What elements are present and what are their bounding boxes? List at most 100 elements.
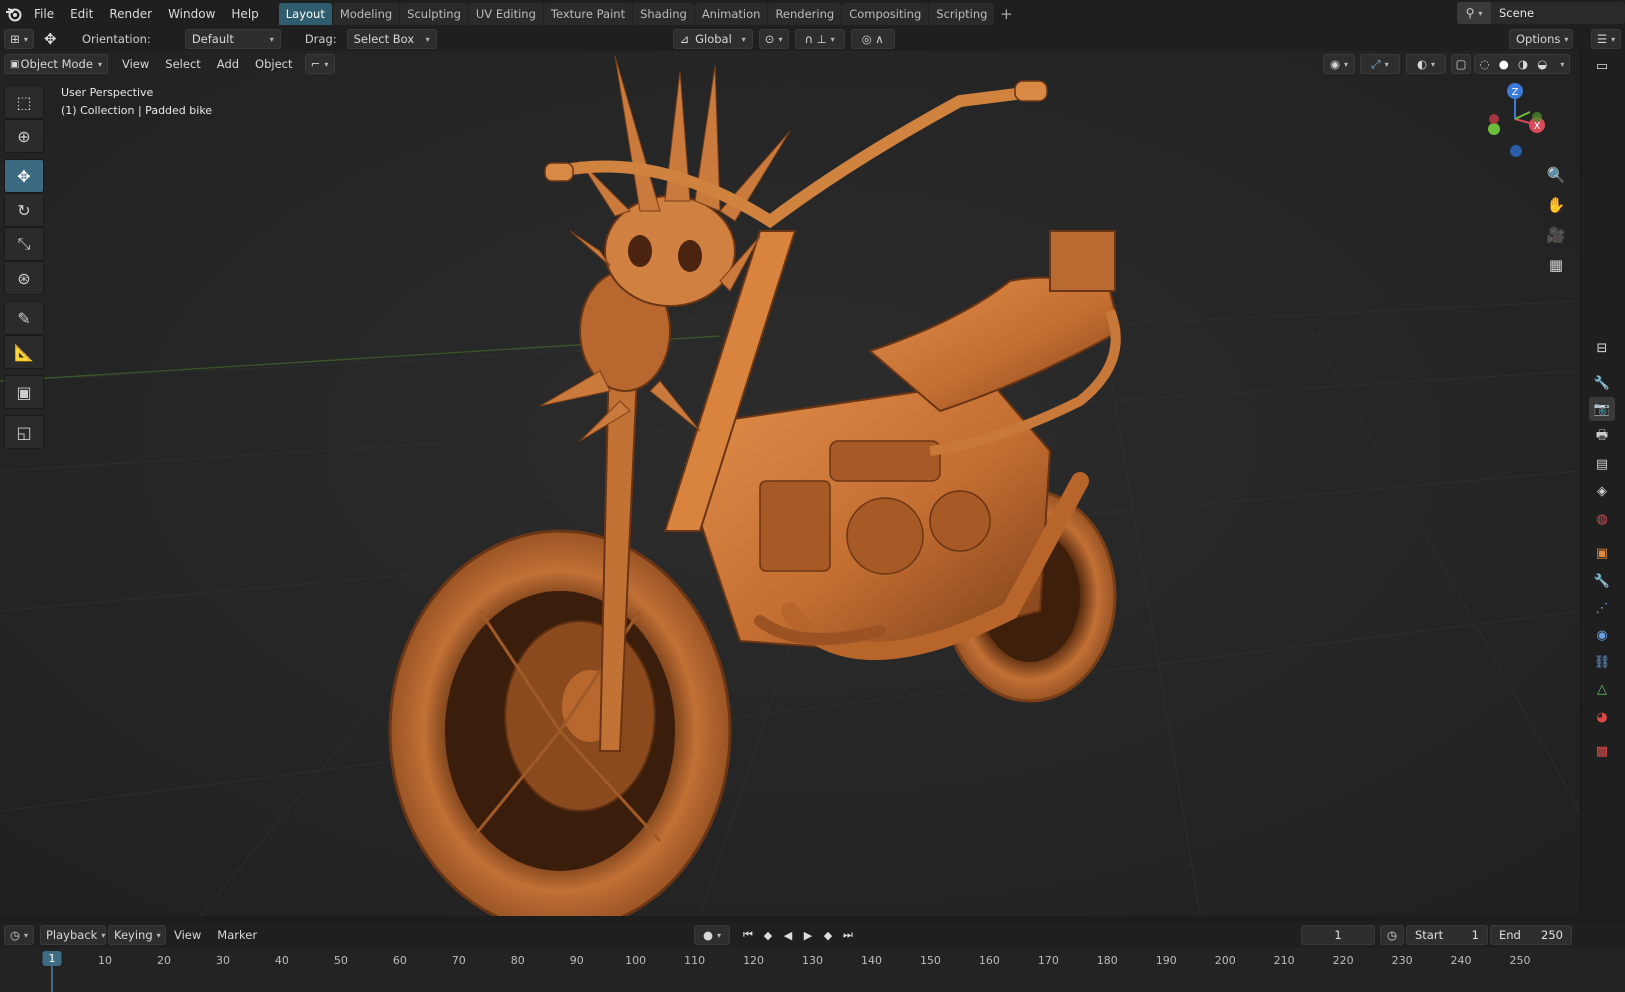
tab-sculpting[interactable]: Sculpting [400, 2, 468, 25]
scene-selector[interactable]: ⚲ ▾ Scene [1457, 2, 1625, 24]
drag-value: Select Box [353, 32, 415, 46]
orientation-dropdown[interactable]: Default ▾ [184, 29, 281, 49]
xray-toggle-button[interactable]: ▢ [1451, 54, 1471, 74]
transform-tool[interactable]: ⊛ [4, 261, 44, 295]
mode-dropdown[interactable]: ▣ Object Mode ▾ [4, 54, 108, 74]
menu-file[interactable]: File [26, 3, 62, 25]
tab-scripting[interactable]: Scripting [929, 2, 995, 25]
solid-shading-icon[interactable]: ● [1499, 57, 1509, 71]
viewport-menu-select[interactable]: Select [157, 57, 208, 71]
keying-dropdown[interactable]: Keying ▾ [108, 925, 166, 945]
scene-properties-icon[interactable]: ◈ [1589, 479, 1615, 503]
material-shading-icon[interactable]: ◑ [1518, 57, 1528, 71]
end-frame-field[interactable]: End 250 [1490, 925, 1572, 945]
timeline-ruler[interactable]: 1 10 20 30 40 50 60 70 80 90 100 110 120 130 140 150 16… [0, 948, 1625, 992]
tab-modeling[interactable]: Modeling [332, 2, 400, 25]
timeline-menu-marker[interactable]: Marker [209, 928, 265, 942]
camera-view-icon[interactable]: 🎥 [1544, 223, 1568, 247]
move-tool[interactable]: ✥ [4, 159, 44, 193]
constraints-properties-icon[interactable]: ⛓ [1589, 650, 1615, 674]
playhead-line [51, 966, 53, 992]
wireframe-shading-icon[interactable]: ◌ [1480, 57, 1490, 71]
tab-rendering[interactable]: Rendering [768, 2, 842, 25]
timeline-menu-view[interactable]: View [166, 928, 209, 942]
start-frame-field[interactable]: Start 1 [1406, 925, 1488, 945]
zoom-icon[interactable]: 🔍 [1544, 163, 1568, 187]
outliner-filter-button[interactable]: ☰ ▾ [1591, 29, 1621, 49]
blender-logo-icon[interactable] [2, 2, 26, 26]
play-reverse-icon[interactable]: ◀ [778, 925, 798, 945]
gizmo-toggle-button[interactable]: ⤢ ▾ [1360, 54, 1400, 74]
tab-uv-editing[interactable]: UV Editing [468, 2, 543, 25]
output-properties-icon[interactable]: 🖶 [1589, 425, 1615, 449]
scene-name: Scene [1499, 6, 1535, 20]
pan-hand-icon[interactable]: ✋ [1544, 193, 1568, 217]
extrude-tool[interactable]: ◱ [4, 415, 44, 449]
tab-animation[interactable]: Animation [694, 2, 768, 25]
navigation-gizmo[interactable]: Z X [1480, 79, 1550, 159]
editor-type-properties-icon[interactable]: ⊟ [1589, 336, 1615, 360]
options-dropdown[interactable]: Options ▾ [1509, 29, 1573, 49]
auto-keying-button[interactable]: ● ▾ [694, 925, 730, 945]
measure-tool[interactable]: 📐 [4, 335, 44, 369]
tab-texture-paint[interactable]: Texture Paint [543, 2, 633, 25]
annotate-tool[interactable]: ✎ [4, 301, 44, 335]
menu-edit[interactable]: Edit [62, 3, 101, 25]
select-box-tool[interactable]: ⬚ [4, 85, 44, 119]
view-layer-properties-icon[interactable]: ▤ [1589, 452, 1615, 476]
neg-x-axis-handle[interactable] [1489, 114, 1499, 124]
visibility-button[interactable]: ◉ ▾ [1323, 54, 1355, 74]
tool-properties-icon[interactable]: 🔧 [1589, 371, 1615, 395]
frame-number: 180 [1096, 954, 1118, 967]
preview-range-button[interactable]: ◷ [1380, 925, 1404, 945]
add-cube-tool[interactable]: ▣ [4, 375, 44, 409]
neg-y-axis-handle[interactable] [1532, 112, 1542, 122]
texture-properties-icon[interactable]: ▩ [1589, 739, 1615, 763]
menu-help[interactable]: Help [223, 3, 266, 25]
tab-compositing[interactable]: Compositing [842, 2, 929, 25]
transform-affect-button[interactable]: ⌐ ▾ [304, 54, 335, 74]
editor-type-button[interactable]: ⊞ ▾ [4, 29, 34, 49]
viewport-menu-object[interactable]: Object [247, 57, 300, 71]
drag-dropdown[interactable]: Select Box ▾ [346, 29, 437, 49]
next-keyframe-icon[interactable]: ◆ [818, 925, 838, 945]
play-icon[interactable]: ▶ [798, 925, 818, 945]
current-frame-marker[interactable]: 1 [42, 951, 62, 966]
timeline-editor-type-button[interactable]: ◷ ▾ [4, 925, 34, 945]
data-properties-icon[interactable]: △ [1589, 677, 1615, 701]
rotate-tool[interactable]: ↻ [4, 193, 44, 227]
tab-shading[interactable]: Shading [633, 2, 694, 25]
particles-properties-icon[interactable]: ⋰ [1589, 596, 1615, 620]
material-properties-icon[interactable]: ◕ [1589, 705, 1615, 729]
current-frame-field[interactable]: 1 [1301, 925, 1375, 945]
playback-dropdown[interactable]: Playback ▾ [40, 925, 106, 945]
scene-icon: ⚲ ▾ [1457, 2, 1491, 24]
scale-tool[interactable]: ⤡ [4, 227, 44, 261]
overlay-toggle-button[interactable]: ◐ ▾ [1406, 54, 1446, 74]
perspective-grid-icon[interactable]: ▦ [1544, 253, 1568, 277]
render-properties-icon[interactable]: 📷 [1589, 397, 1615, 421]
viewport-menu-add[interactable]: Add [209, 57, 247, 71]
physics-properties-icon[interactable]: ◉ [1589, 623, 1615, 647]
tab-layout[interactable]: Layout [278, 2, 332, 25]
snapping-button[interactable]: ∩ ⊥ ▾ [794, 29, 845, 49]
rendered-shading-icon[interactable]: ◒ [1537, 57, 1547, 71]
world-properties-icon[interactable]: ◍ [1589, 507, 1615, 531]
pivot-point-button[interactable]: ⊙ ▾ [758, 29, 789, 49]
outliner-display-icon[interactable]: ▭ [1589, 54, 1615, 78]
transform-orientation-dropdown[interactable]: ⊿ Global ▾ [672, 29, 753, 49]
object-properties-icon[interactable]: ▣ [1589, 541, 1615, 565]
prev-keyframe-icon[interactable]: ◆ [758, 925, 778, 945]
proportional-editing-button[interactable]: ◎ ∧ [850, 29, 895, 49]
neg-z-axis-handle[interactable] [1510, 145, 1522, 157]
menu-render[interactable]: Render [101, 3, 160, 25]
cursor-tool[interactable]: ⊕ [4, 119, 44, 153]
modifier-properties-icon[interactable]: 🔧 [1589, 569, 1615, 593]
menu-window[interactable]: Window [160, 3, 223, 25]
viewport-menu-view[interactable]: View [114, 57, 157, 71]
3d-viewport[interactable]: ▣ Object Mode ▾ View Select Add Object ⌐ ▾… [0, 51, 1580, 916]
jump-end-icon[interactable]: ⏭ [838, 925, 858, 945]
y-axis-handle[interactable] [1488, 123, 1500, 135]
add-workspace-button[interactable]: + [995, 3, 1017, 25]
jump-start-icon[interactable]: ⏮ [738, 925, 758, 945]
